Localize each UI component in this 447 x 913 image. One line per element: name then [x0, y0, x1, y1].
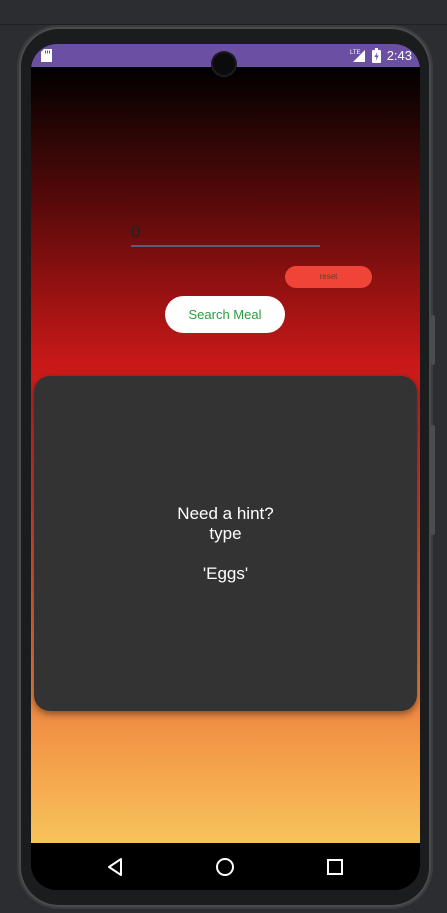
- power-button[interactable]: [431, 315, 435, 365]
- sd-card-icon: [41, 49, 52, 62]
- hint-example: 'Eggs': [202, 564, 249, 583]
- back-icon[interactable]: [104, 855, 128, 879]
- emulator-toolbar: [0, 0, 447, 25]
- volume-button[interactable]: [431, 425, 435, 535]
- front-camera: [213, 53, 235, 75]
- reset-button[interactable]: reset: [285, 266, 372, 288]
- battery-charging-icon: [371, 48, 381, 63]
- search-meal-button[interactable]: Search Meal: [165, 296, 285, 333]
- signal-icon: LTE: [350, 50, 365, 62]
- hint-text: Need a hint? type 'Eggs': [34, 504, 417, 584]
- number-input[interactable]: [131, 220, 320, 247]
- app-content: reset Search Meal Need a hint? type 'Egg…: [31, 67, 420, 843]
- recents-icon[interactable]: [323, 855, 347, 879]
- device-screen: LTE 2:43 reset Search Meal Need a hint? …: [31, 44, 420, 890]
- navigation-bar: [31, 843, 420, 890]
- hint-title: Need a hint?: [177, 504, 274, 523]
- status-time: 2:43: [386, 48, 412, 63]
- hint-instruction: type: [209, 524, 242, 543]
- status-icons: LTE 2:43: [350, 47, 412, 64]
- hint-card: Need a hint? type 'Eggs': [34, 376, 417, 711]
- home-icon[interactable]: [213, 855, 237, 879]
- network-type-label: LTE: [350, 50, 361, 56]
